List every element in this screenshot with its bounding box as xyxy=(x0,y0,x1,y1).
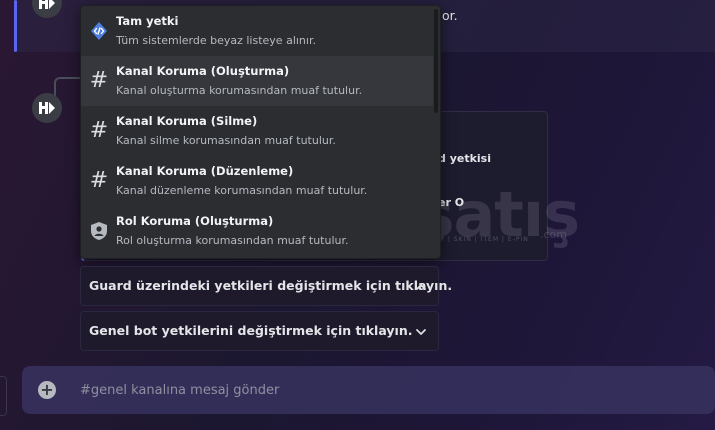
menu-item-title: Kanal Koruma (Silme) xyxy=(116,114,258,128)
menu-item-tam-yetki[interactable]: Tam yetki Tüm sistemlerde beyaz listeye … xyxy=(81,6,433,56)
menu-item-kanal-koruma-silme[interactable]: # Kanal Koruma (Silme) Kanal silme korum… xyxy=(81,106,433,156)
reply-thread-line xyxy=(54,77,80,97)
add-attachment-button[interactable]: + xyxy=(38,381,56,399)
permission-dropdown-menu[interactable]: Tam yetki Tüm sistemlerde beyaz listeye … xyxy=(80,5,441,259)
hash-icon: # xyxy=(89,168,109,193)
dropdown-scrollbar-thumb[interactable] xyxy=(434,9,438,113)
plus-icon: + xyxy=(40,380,54,399)
hash-icon: # xyxy=(89,68,109,93)
menu-item-description: Kanal düzenleme korumasından muaf tutulu… xyxy=(116,184,368,197)
menu-item-description: Tüm sistemlerde beyaz listeye alınır. xyxy=(116,34,316,47)
bot-logo-icon xyxy=(39,0,55,9)
message-composer: + xyxy=(22,366,715,414)
code-badge-icon xyxy=(89,21,109,41)
menu-item-description: Kanal oluşturma korumasından muaf tutulu… xyxy=(116,84,363,97)
chevron-down-icon xyxy=(416,329,426,335)
menu-item-title: Rol Koruma (Oluşturma) xyxy=(116,214,274,228)
message-input[interactable] xyxy=(80,376,680,404)
bot-permissions-select[interactable]: Genel bot yetkilerini değiştirmek için t… xyxy=(80,311,439,351)
menu-item-title: Tam yetki xyxy=(116,14,179,28)
guard-permissions-select[interactable]: Guard üzerindeki yetkileri değiştirmek i… xyxy=(80,266,452,306)
sidebar-edge xyxy=(0,376,7,416)
select-label: Genel bot yetkilerini değiştirmek için t… xyxy=(89,323,413,338)
embed-text: d yetkisi xyxy=(438,152,491,165)
bot-logo-icon xyxy=(39,102,55,114)
menu-item-rol-koruma-olusturma[interactable]: Rol Koruma (Oluşturma) Rol oluşturma kor… xyxy=(81,206,433,256)
select-label: Guard üzerindeki yetkileri değiştirmek i… xyxy=(89,278,453,293)
menu-item-kanal-koruma-olusturma[interactable]: # Kanal Koruma (Oluşturma) Kanal oluştur… xyxy=(81,56,433,106)
chevron-up-icon xyxy=(416,284,426,290)
menu-item-description: Rol oluşturma korumasından muaf tutulur. xyxy=(116,234,349,247)
hash-icon: # xyxy=(89,118,109,143)
embed-text: er Ο xyxy=(438,196,465,209)
bot-avatar[interactable] xyxy=(32,93,62,123)
menu-item-title: Kanal Koruma (Oluşturma) xyxy=(116,64,290,78)
shield-user-icon xyxy=(89,221,109,241)
menu-item-title: Kanal Koruma (Düzenleme) xyxy=(116,164,294,178)
reply-indicator-bar xyxy=(14,0,17,52)
menu-item-description: Kanal silme korumasından muaf tutulur. xyxy=(116,134,336,147)
menu-item-kanal-koruma-duzenleme[interactable]: # Kanal Koruma (Düzenleme) Kanal düzenle… xyxy=(81,156,433,206)
top-message-text: or. xyxy=(442,8,458,23)
